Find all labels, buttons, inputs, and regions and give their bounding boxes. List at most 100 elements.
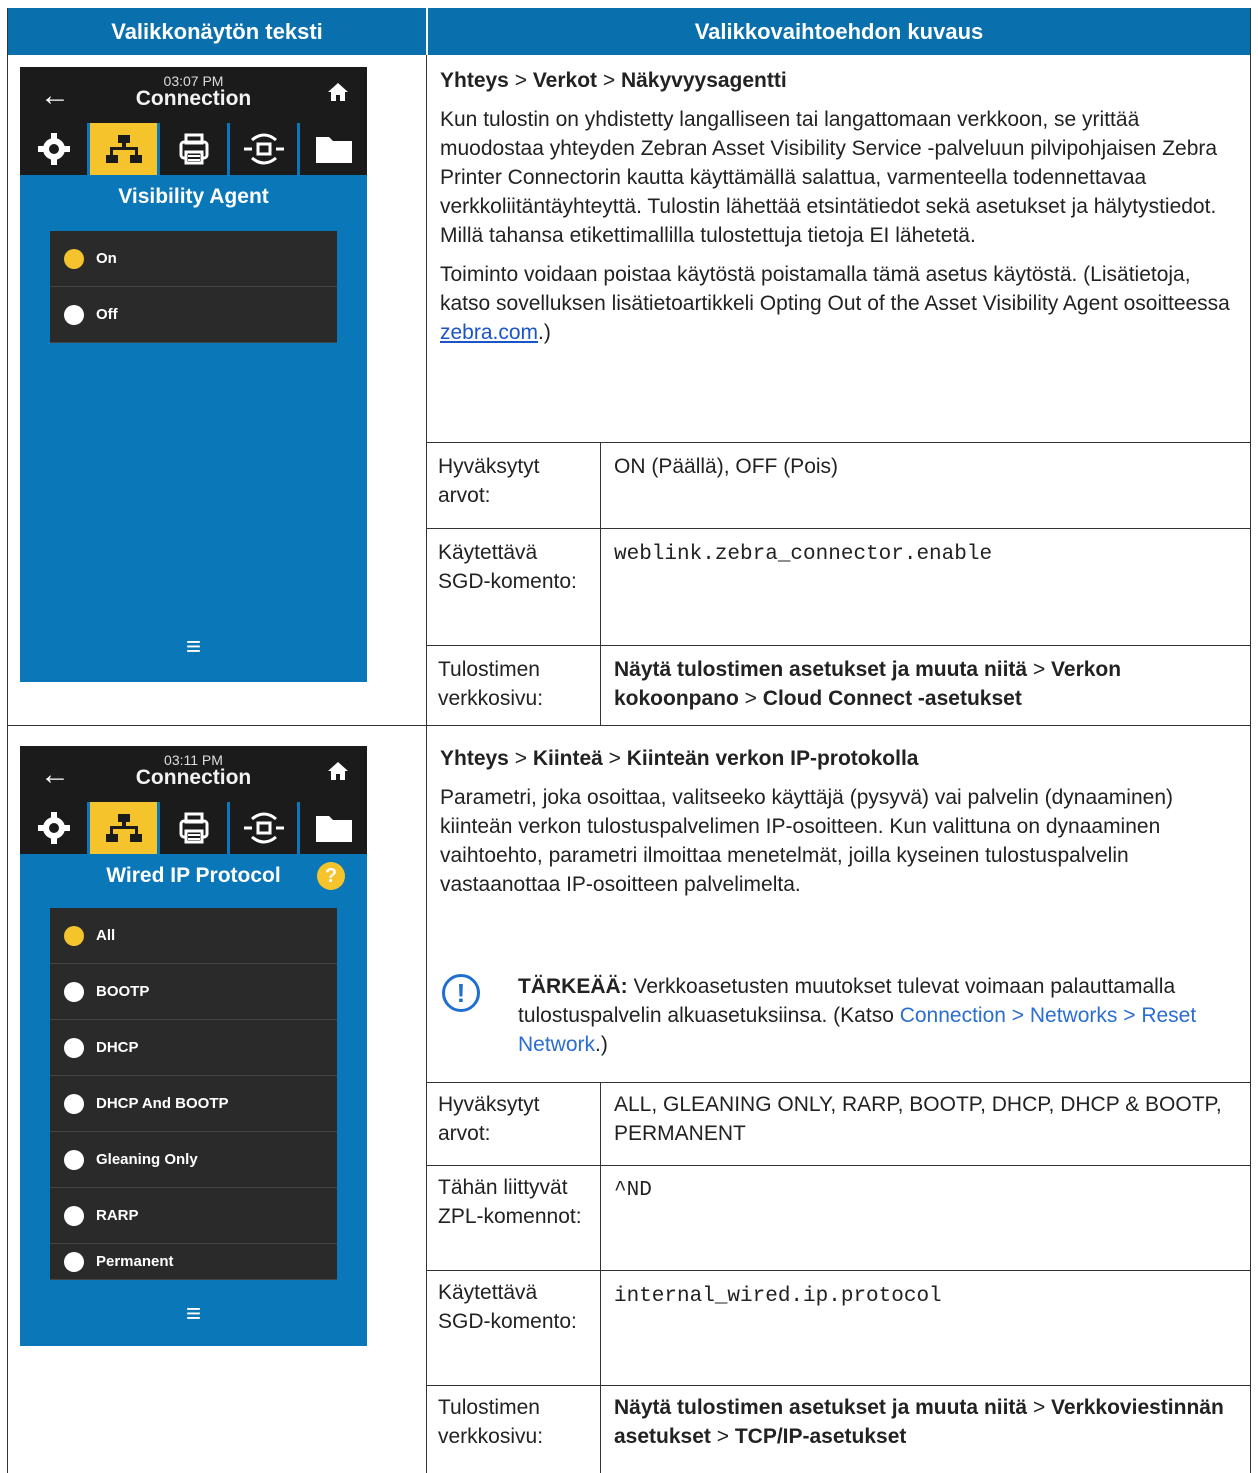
printer-webpage-label: Tulostimen verkkosivu: [438,658,544,710]
zpl-command: ^ND [614,1179,652,1202]
path-item: Kiinteä [532,747,603,770]
important-note: TÄRKEÄÄ: Verkkoasetusten muutokset tulev… [518,972,1218,1059]
path-item: Näkyvyysagentti [620,69,787,92]
option-label: All [96,927,116,944]
option-gleaning-only[interactable]: Gleaning Only [50,1132,337,1188]
option-label: DHCP [96,1039,139,1056]
help-icon[interactable]: ? [317,862,345,890]
printer-icon [179,133,208,165]
path-item: Näytä tulostimen asetukset ja muuta niit… [614,1396,1028,1419]
accepted-values-label: Hyväksytyt arvot: [438,455,540,507]
menu-path: Yhteys > Verkot > Näkyvyysagentti [440,69,787,92]
sub-divider [426,442,1251,443]
printer-screen-visibility-agent: ← 03:07 PM Connection Visibility Agent O… [20,67,367,682]
tab-connection[interactable] [90,802,160,854]
screen-title: Wired IP Protocol [106,864,281,887]
zpl-commands-label: Tähän liittyvät ZPL-komennot: [438,1176,582,1228]
network-icon [105,135,142,163]
printer-webpage-path: Näytä tulostimen asetukset ja muuta niit… [614,658,1122,710]
path-item: Cloud Connect -asetukset [762,687,1022,710]
path-item: Näytä tulostimen asetukset ja muuta niit… [614,658,1028,681]
screen-section-title: Connection [135,87,252,110]
screen-header: ← 03:07 PM Connection [20,67,367,123]
sub-divider [426,1385,1251,1386]
tab-storage[interactable] [300,802,367,854]
accepted-values-label: Hyväksytyt arvot: [438,1093,540,1145]
category-tabs [20,123,367,175]
section-wired-ip-protocol: Yhteys > Kiinteä > Kiinteän verkon IP-pr… [440,744,1244,899]
printer-webpage-path: Näytä tulostimen asetukset ja muuta niit… [614,1396,1224,1448]
radio-icon [64,1205,84,1226]
folder-icon [315,137,352,163]
wireless-icon [243,133,284,165]
option-dhcp-and-bootp[interactable]: DHCP And BOOTP [50,1076,337,1132]
path-item: TCP/IP-asetukset [734,1425,907,1448]
tab-print[interactable] [160,123,230,175]
path-item: Yhteys [440,747,509,770]
accepted-values: ALL, GLEANING ONLY, RARP, BOOTP, DHCP, D… [614,1093,1222,1145]
option-dhcp[interactable]: DHCP [50,1020,337,1076]
section-visibility-agent: Yhteys > Verkot > Näkyvyysagentti Kun tu… [440,66,1244,347]
path-item: Yhteys [440,69,509,92]
radio-icon [64,1093,84,1114]
option-label: Permanent [96,1253,174,1270]
tab-connection[interactable] [90,123,160,175]
description-paragraph: Parametri, joka osoittaa, valitseeko käy… [440,786,1174,896]
path-item: Kiinteän verkon IP-protokolla [626,747,919,770]
sub-divider [426,1165,1251,1166]
text-span: Toiminto voidaan poistaa käytöstä poista… [440,263,1230,315]
sub-divider [426,645,1251,646]
tab-print[interactable] [160,802,230,854]
radio-selected-icon [64,925,84,946]
table-border-left [7,8,8,1473]
printer-screen-wired-ip-protocol: ← 03:11 PM Connection Wired IP Protocol … [20,746,367,1346]
tab-settings[interactable] [20,123,90,175]
table-row-divider [7,725,1251,726]
accepted-values: ON (Päällä), OFF (Pois) [614,455,839,478]
radio-icon [64,1251,84,1272]
gear-icon [37,812,70,844]
tab-wireless[interactable] [230,802,300,854]
text-span: .) [595,1033,608,1056]
gear-icon [37,133,70,165]
option-on[interactable]: On [50,231,337,287]
sub-divider-vertical [600,442,601,725]
important-icon: ! [442,974,480,1012]
tab-settings[interactable] [20,802,90,854]
option-rarp[interactable]: RARP [50,1188,337,1244]
option-label: RARP [96,1207,139,1224]
option-off[interactable]: Off [50,287,337,343]
text-span: .) [538,321,551,344]
path-item: Verkot [532,69,598,92]
option-label: BOOTP [96,983,150,1000]
sub-divider [426,1270,1251,1271]
option-label: On [96,250,117,267]
menu-icon[interactable]: ≡ [20,631,367,662]
menu-icon[interactable]: ≡ [20,1298,367,1329]
zebra-link[interactable]: zebra.com [440,321,538,344]
option-bootp[interactable]: BOOTP [50,964,337,1020]
menu-path: Yhteys > Kiinteä > Kiinteän verkon IP-pr… [440,747,919,770]
description-paragraph: Kun tulostin on yhdistetty langalliseen … [440,108,1218,247]
radio-icon [64,304,84,325]
network-icon [105,814,142,842]
tab-storage[interactable] [300,123,367,175]
sgd-command: weblink.zebra_connector.enable [614,543,993,566]
category-tabs [20,802,367,854]
radio-icon [64,1037,84,1058]
sgd-command: internal_wired.ip.protocol [614,1285,942,1308]
option-all[interactable]: All [50,908,337,964]
radio-selected-icon [64,248,84,269]
home-icon[interactable] [327,81,349,103]
tab-wireless[interactable] [230,123,300,175]
sub-divider [426,528,1251,529]
screen-section-title: Connection [135,766,252,789]
wireless-icon [243,812,284,844]
option-permanent[interactable]: Permanent [50,1244,337,1280]
option-label: DHCP And BOOTP [96,1095,229,1112]
table-border-right [1250,8,1251,1473]
option-label: Gleaning Only [96,1151,198,1168]
radio-icon [64,981,84,1002]
home-icon[interactable] [327,760,349,782]
sub-divider-vertical [600,1082,601,1473]
